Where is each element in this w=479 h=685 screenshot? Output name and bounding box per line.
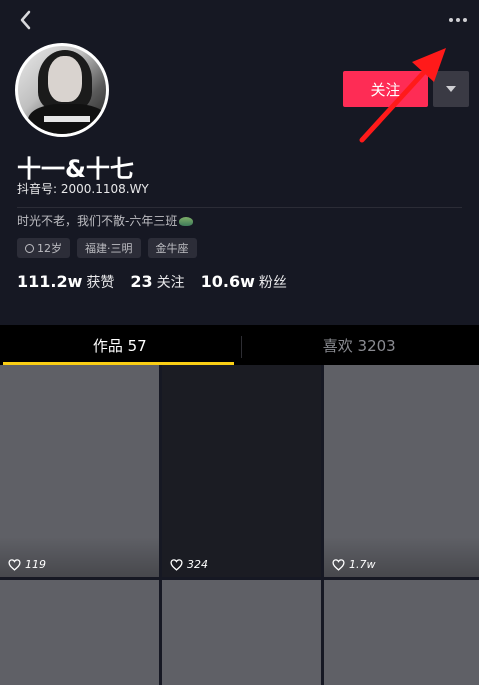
- video-thumbnail[interactable]: 119: [0, 365, 159, 577]
- bio: 时光不老，我们不散-六年三班: [17, 212, 194, 229]
- tag-age: 12岁: [17, 238, 70, 258]
- stat-followers[interactable]: 10.6w 粉丝: [201, 272, 287, 292]
- douyin-id: 抖音号: 2000.1108.WY: [17, 182, 149, 196]
- tag-age-label: 12岁: [37, 242, 62, 255]
- video-thumbnail[interactable]: [324, 580, 479, 685]
- divider: [17, 207, 462, 208]
- video-thumbnail[interactable]: 1.7w: [324, 365, 479, 577]
- stat-likes: 111.2w 获赞: [17, 272, 114, 292]
- tab-likes[interactable]: 喜欢 3203: [240, 325, 479, 365]
- more-dot: [463, 18, 467, 22]
- video-thumbnail[interactable]: 324: [162, 365, 321, 577]
- content-tabs: 作品 57 喜欢 3203: [0, 325, 479, 365]
- video-thumbnail[interactable]: [162, 580, 321, 685]
- heart-icon: [170, 558, 183, 571]
- annotation-arrow-icon: [359, 48, 446, 143]
- profile-tags: 12岁 福建·三明 金牛座: [17, 238, 197, 258]
- back-arrow-icon: [20, 10, 31, 30]
- stat-followers-count: 10.6w: [200, 272, 255, 291]
- video-likes: 324: [170, 558, 208, 571]
- stat-following-count: 23: [130, 272, 153, 291]
- heart-icon: [8, 558, 21, 571]
- stat-likes-count: 111.2w: [17, 272, 83, 291]
- video-likes: 1.7w: [332, 558, 376, 571]
- thumbnail-shade: [324, 537, 479, 577]
- more-dot: [456, 18, 460, 22]
- tag-zodiac: 金牛座: [147, 238, 197, 258]
- gender-female-icon: [25, 243, 34, 253]
- video-thumbnail[interactable]: [0, 580, 159, 685]
- more-options-button[interactable]: [447, 12, 469, 28]
- avatar-face: [48, 56, 82, 102]
- stat-likes-label: 获赞: [86, 275, 115, 291]
- tab-separator: [241, 336, 242, 358]
- nickname: 十一&十七: [17, 155, 134, 183]
- thumbnail-shade: [0, 537, 159, 577]
- tab-works[interactable]: 作品 57: [0, 325, 240, 365]
- turtle-emoji-icon: [179, 217, 194, 226]
- stat-following[interactable]: 23 关注: [130, 272, 184, 292]
- tag-location: 福建·三明: [77, 238, 141, 258]
- back-button[interactable]: [14, 8, 38, 32]
- profile-stats: 111.2w 获赞 23 关注 10.6w 粉丝: [17, 272, 287, 292]
- more-dots-icon: [449, 18, 453, 22]
- video-likes-count: 324: [187, 558, 208, 571]
- video-grid: 119 324 1.7w: [0, 365, 479, 685]
- profile-screen: 关注 十一&十七 抖音号: 2000.1108.WY 时光不老，我们不散-六年三…: [0, 0, 479, 685]
- video-likes-count: 1.7w: [349, 558, 376, 571]
- avatar-stripe: [44, 116, 90, 122]
- bio-text: 时光不老，我们不散-六年三班: [17, 214, 178, 228]
- heart-icon: [332, 558, 345, 571]
- avatar[interactable]: [15, 43, 109, 137]
- video-likes: 119: [8, 558, 46, 571]
- video-likes-count: 119: [25, 558, 46, 571]
- stat-following-label: 关注: [156, 275, 185, 291]
- stat-followers-label: 粉丝: [258, 275, 287, 291]
